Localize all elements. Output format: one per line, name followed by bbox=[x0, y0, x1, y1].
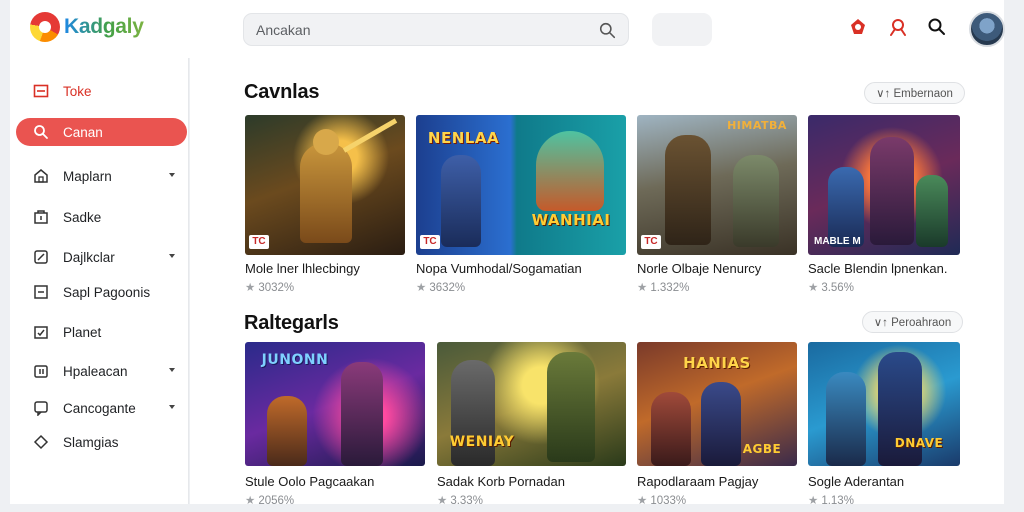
main-content: Cavnlas ∨↑ Embernaon TC Mole lner lhlecb… bbox=[190, 58, 1004, 507]
card-rating: 2056% bbox=[258, 495, 295, 507]
rating-badge: TC bbox=[641, 235, 661, 249]
search-bar[interactable] bbox=[243, 13, 629, 46]
sort-button[interactable]: ∨↑ Embernaon bbox=[864, 82, 965, 104]
sidebar-item-hpaleacan[interactable]: Hpaleacan bbox=[16, 357, 187, 385]
game-thumbnail[interactable]: HANIAS AGBE bbox=[637, 342, 797, 466]
sidebar-item-label: Maplarn bbox=[63, 169, 112, 184]
search-icon bbox=[34, 125, 48, 139]
card-title: Norle Olbaje Nenurcy bbox=[637, 261, 762, 276]
card-meta: ★ 1.332% bbox=[637, 280, 689, 294]
chevron-down-icon[interactable] bbox=[167, 170, 177, 180]
clipboard-icon bbox=[34, 365, 48, 378]
star-icon: ★ bbox=[808, 495, 819, 507]
card-rating: 3632% bbox=[429, 282, 466, 294]
card-title: Nopa Vumhodal/Sogamatian bbox=[416, 261, 582, 276]
chevron-down-icon[interactable] bbox=[167, 402, 177, 412]
card-title: Sacle Blendin lpnenkan. bbox=[808, 261, 948, 276]
app-logo[interactable]: Kadgaly bbox=[30, 12, 144, 42]
sidebar-item-home[interactable]: Toke bbox=[16, 77, 187, 105]
chat-icon bbox=[34, 401, 48, 416]
star-icon: ★ bbox=[245, 282, 256, 294]
card-meta: ★ 3032% bbox=[245, 280, 294, 294]
sidebar-item-label: Sapl Pagoonis bbox=[63, 285, 151, 300]
section-title: Raltegarls bbox=[244, 312, 339, 334]
sidebar-item-label: Planet bbox=[63, 325, 102, 340]
chevron-down-icon[interactable] bbox=[167, 365, 177, 375]
card-title: Sogle Aderantan bbox=[808, 474, 905, 489]
calendar-icon bbox=[34, 326, 48, 339]
section-title: Cavnlas bbox=[244, 81, 320, 103]
house-icon bbox=[34, 169, 48, 183]
card-meta: ★ 3.33% bbox=[437, 493, 483, 507]
game-thumbnail[interactable]: TC bbox=[245, 115, 405, 255]
logo-text: Kadgaly bbox=[64, 15, 144, 38]
search-input[interactable] bbox=[256, 20, 586, 40]
star-icon: ★ bbox=[437, 495, 448, 507]
sidebar-item-label: Toke bbox=[63, 84, 92, 99]
card-meta: ★ 3632% bbox=[416, 280, 465, 294]
sidebar-item-label: Dajlkclar bbox=[63, 250, 115, 265]
title-overlay: MABLE M bbox=[814, 236, 861, 247]
sidebar-item-label: Cancogante bbox=[63, 401, 136, 416]
sidebar: Toke Canan Maplarn Sadke Dajlkclar Sapl … bbox=[10, 58, 189, 504]
sidebar-item-label: Sadke bbox=[63, 210, 102, 225]
card-title: Stule Oolo Pagcaakan bbox=[245, 474, 375, 489]
sidebar-item-search[interactable]: Canan bbox=[16, 118, 187, 146]
sidebar-item-label: Hpaleacan bbox=[63, 364, 128, 379]
sort-button[interactable]: ∨↑ Peroahraon bbox=[862, 311, 963, 333]
sidebar-item-maplarn[interactable]: Maplarn bbox=[16, 162, 187, 190]
compass-icon bbox=[34, 250, 48, 264]
card-meta: ★ 1.13% bbox=[808, 493, 854, 507]
search-icon[interactable] bbox=[599, 22, 616, 39]
star-icon: ★ bbox=[245, 495, 256, 507]
card-meta: ★ 3.56% bbox=[808, 280, 854, 294]
game-thumbnail[interactable]: HIMATBA TC bbox=[637, 115, 797, 255]
quick-action-pill[interactable] bbox=[652, 13, 712, 46]
sidebar-item-cancogante[interactable]: Cancogante bbox=[16, 394, 187, 422]
card-rating: 3.33% bbox=[450, 495, 483, 507]
sidebar-item-dajlkclar[interactable]: Dajlkclar bbox=[16, 243, 187, 271]
game-thumbnail[interactable]: JUNONN bbox=[245, 342, 425, 466]
sidebar-item-slamgias[interactable]: Slamgias bbox=[16, 428, 187, 456]
card-title: Rapodlaraam Pagjay bbox=[637, 474, 759, 489]
home-icon bbox=[33, 84, 49, 98]
game-thumbnail[interactable]: MABLE M bbox=[808, 115, 960, 255]
logo-mark-icon bbox=[30, 12, 60, 42]
rating-badge: TC bbox=[249, 235, 269, 249]
diamond-icon bbox=[33, 434, 49, 450]
game-thumbnail[interactable]: DNAVE bbox=[808, 342, 960, 466]
card-meta: ★ 1033% bbox=[637, 493, 686, 507]
star-icon: ★ bbox=[416, 282, 427, 294]
sidebar-item-sapl-pagoonis[interactable]: Sapl Pagoonis bbox=[16, 278, 187, 306]
sidebar-item-planet[interactable]: Planet bbox=[16, 318, 187, 346]
card-rating: 1.332% bbox=[650, 282, 690, 294]
search-icon[interactable] bbox=[927, 17, 947, 37]
top-bar: Kadgaly bbox=[10, 0, 1005, 58]
card-meta: ★ 2056% bbox=[245, 493, 294, 507]
rating-badge: TC bbox=[420, 235, 440, 249]
window-icon bbox=[34, 285, 48, 299]
card-rating: 1.13% bbox=[821, 495, 854, 507]
store-icon bbox=[34, 210, 48, 224]
card-title: Sadak Korb Pornadan bbox=[437, 474, 565, 489]
star-icon: ★ bbox=[637, 282, 648, 294]
game-thumbnail[interactable]: NENLAA WANHIAI TC bbox=[416, 115, 626, 255]
sidebar-item-label: Slamgias bbox=[63, 435, 119, 450]
card-rating: 3032% bbox=[258, 282, 295, 294]
star-icon: ★ bbox=[808, 282, 819, 294]
user-icon[interactable] bbox=[888, 17, 908, 37]
avatar[interactable] bbox=[969, 11, 1005, 47]
chevron-down-icon[interactable] bbox=[167, 251, 177, 261]
game-thumbnail[interactable]: WENIAY bbox=[437, 342, 626, 466]
star-icon: ★ bbox=[637, 495, 648, 507]
notification-icon[interactable] bbox=[848, 17, 868, 37]
card-rating: 1033% bbox=[650, 495, 687, 507]
card-rating: 3.56% bbox=[821, 282, 854, 294]
sidebar-item-sadke[interactable]: Sadke bbox=[16, 203, 187, 231]
sidebar-item-label: Canan bbox=[63, 125, 103, 140]
card-title: Mole lner lhlecbingy bbox=[245, 261, 360, 276]
